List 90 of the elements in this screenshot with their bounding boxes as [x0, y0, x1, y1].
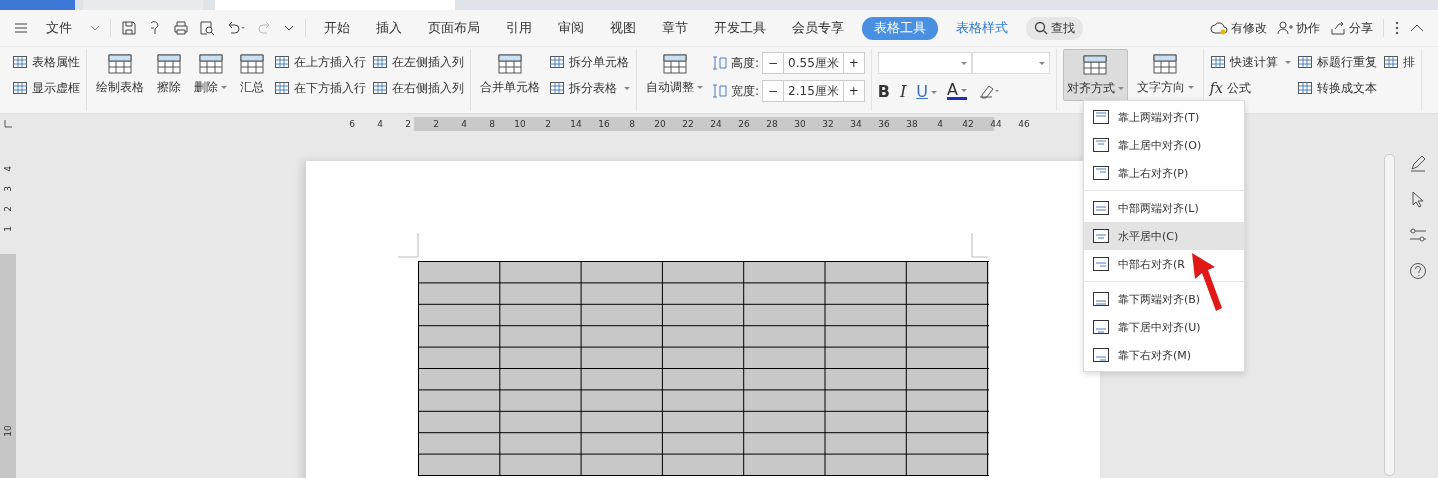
- menu-item[interactable]: 中部右对齐(R: [1084, 250, 1244, 278]
- settings-icon[interactable]: [1409, 226, 1427, 244]
- table-icon: [661, 52, 688, 76]
- ribbon-button[interactable]: 自动调整: [643, 49, 706, 99]
- ribbon-tab[interactable]: 表格样式: [948, 16, 1016, 40]
- help-icon[interactable]: [1409, 262, 1427, 280]
- ribbon-button[interactable]: 显示虚框: [12, 78, 80, 98]
- table-icon: [1082, 53, 1109, 77]
- search-icon: [1034, 21, 1048, 35]
- tab-stop-icon: [4, 120, 12, 128]
- ribbon-button[interactable]: 快速计算: [1209, 52, 1291, 72]
- table-icon: [239, 52, 265, 76]
- ribbon-button[interactable]: 合并单元格: [477, 49, 543, 99]
- table-icon: [107, 52, 133, 76]
- pen-icon[interactable]: [1409, 154, 1427, 172]
- ribbon-button[interactable]: 表格属性: [12, 52, 80, 72]
- more-caret-icon[interactable]: [283, 23, 295, 33]
- toolbar-action[interactable]: 有修改: [1210, 19, 1267, 37]
- ribbon-tab[interactable]: 会员专享: [784, 16, 852, 40]
- ribbon-button[interactable]: fx 公式: [1209, 78, 1291, 98]
- table-icon: [1296, 55, 1313, 69]
- ribbon-button[interactable]: 对齐方式: [1062, 49, 1128, 101]
- ribbon-button[interactable]: 在左侧插入列: [372, 52, 464, 72]
- file-menu[interactable]: 文件: [38, 16, 80, 40]
- more-icon[interactable]: [1394, 21, 1400, 35]
- ribbon-button[interactable]: 在下方插入行: [274, 78, 366, 98]
- ribbon-button[interactable]: 绘制表格: [93, 49, 147, 99]
- number-spinner[interactable]: − 2.15厘米 +: [762, 80, 865, 102]
- search-button[interactable]: 查找: [1026, 16, 1083, 40]
- ribbon-button[interactable]: 擦除: [153, 49, 185, 99]
- ribbon-button[interactable]: 排: [1382, 52, 1415, 72]
- menu-item[interactable]: 靠下右对齐(M): [1084, 341, 1244, 369]
- add-person-icon: [1277, 21, 1293, 35]
- ribbon-button[interactable]: 汇总: [236, 49, 268, 99]
- print-icon[interactable]: [173, 20, 189, 36]
- menu-item[interactable]: 靠下居中对齐(U): [1084, 313, 1244, 341]
- print-preview-icon[interactable]: [199, 20, 215, 36]
- table-icon: [549, 55, 565, 69]
- number-spinner[interactable]: − 0.55厘米 +: [762, 52, 865, 74]
- ribbon-button[interactable]: 转换成文本: [1296, 78, 1377, 98]
- table-icon: [1382, 55, 1399, 69]
- table-icon: [274, 55, 290, 69]
- format-button[interactable]: B: [877, 81, 890, 101]
- toolbar-action[interactable]: 分享: [1330, 19, 1373, 37]
- chevron-down-icon[interactable]: [90, 25, 100, 31]
- cloud-icon: [1210, 21, 1228, 35]
- table-icon: [549, 81, 565, 95]
- table-icon: [497, 52, 523, 76]
- ribbon-button[interactable]: 拆分单元格: [549, 52, 630, 72]
- table-icon: [274, 81, 290, 95]
- ribbon-tab[interactable]: 章节: [654, 16, 696, 40]
- ribbon-tab[interactable]: 开发工具: [706, 16, 774, 40]
- ribbon-tab[interactable]: 引用: [498, 16, 540, 40]
- row-height-icon: [712, 83, 728, 99]
- row-height-icon: [712, 55, 728, 71]
- ribbon-tab[interactable]: 插入: [368, 16, 410, 40]
- menu-item[interactable]: 水平居中(C): [1084, 222, 1244, 250]
- ribbon-tab[interactable]: 视图: [602, 16, 644, 40]
- table-icon: [156, 52, 182, 76]
- table-icon: [372, 55, 388, 69]
- ribbon-button[interactable]: 删除: [191, 49, 230, 99]
- format-button[interactable]: U: [916, 81, 937, 101]
- toolbar-action[interactable]: 协作: [1277, 19, 1320, 37]
- save-icon[interactable]: [121, 20, 137, 36]
- table-icon: [12, 55, 28, 69]
- menu-item[interactable]: 靠下两端对齐(B): [1084, 285, 1244, 313]
- table-icon: [197, 52, 224, 76]
- ribbon-button[interactable]: 标题行重复: [1296, 52, 1377, 72]
- share-icon: [1330, 21, 1346, 35]
- table-icon: [1296, 81, 1313, 95]
- ribbon-tab[interactable]: 审阅: [550, 16, 592, 40]
- format-button[interactable]: A: [947, 82, 967, 100]
- table-icon: [12, 81, 28, 95]
- ribbon-tab[interactable]: 开始: [316, 16, 358, 40]
- field-label: 高度:: [731, 54, 760, 72]
- ribbon-button[interactable]: 拆分表格: [549, 78, 630, 98]
- ribbon-button[interactable]: 在右侧插入列: [372, 78, 464, 98]
- ribbon-button[interactable]: 在上方插入行: [274, 52, 366, 72]
- menu-item[interactable]: 靠上两端对齐(T): [1084, 103, 1244, 131]
- menu-item[interactable]: 中部两端对齐(L): [1084, 194, 1244, 222]
- ribbon-button[interactable]: 文字方向: [1133, 49, 1197, 99]
- chevron-up-icon[interactable]: [1410, 24, 1424, 32]
- field-label: 宽度:: [731, 82, 760, 100]
- menu-item[interactable]: 靠上右对齐(P): [1084, 159, 1244, 187]
- format-button[interactable]: I: [899, 81, 907, 101]
- menu-item[interactable]: 靠上居中对齐(O): [1084, 131, 1244, 159]
- table-icon: [1209, 55, 1226, 69]
- table-icon: [1152, 52, 1179, 76]
- table-icon: [372, 81, 388, 95]
- ribbon-tab[interactable]: 页面布局: [420, 16, 488, 40]
